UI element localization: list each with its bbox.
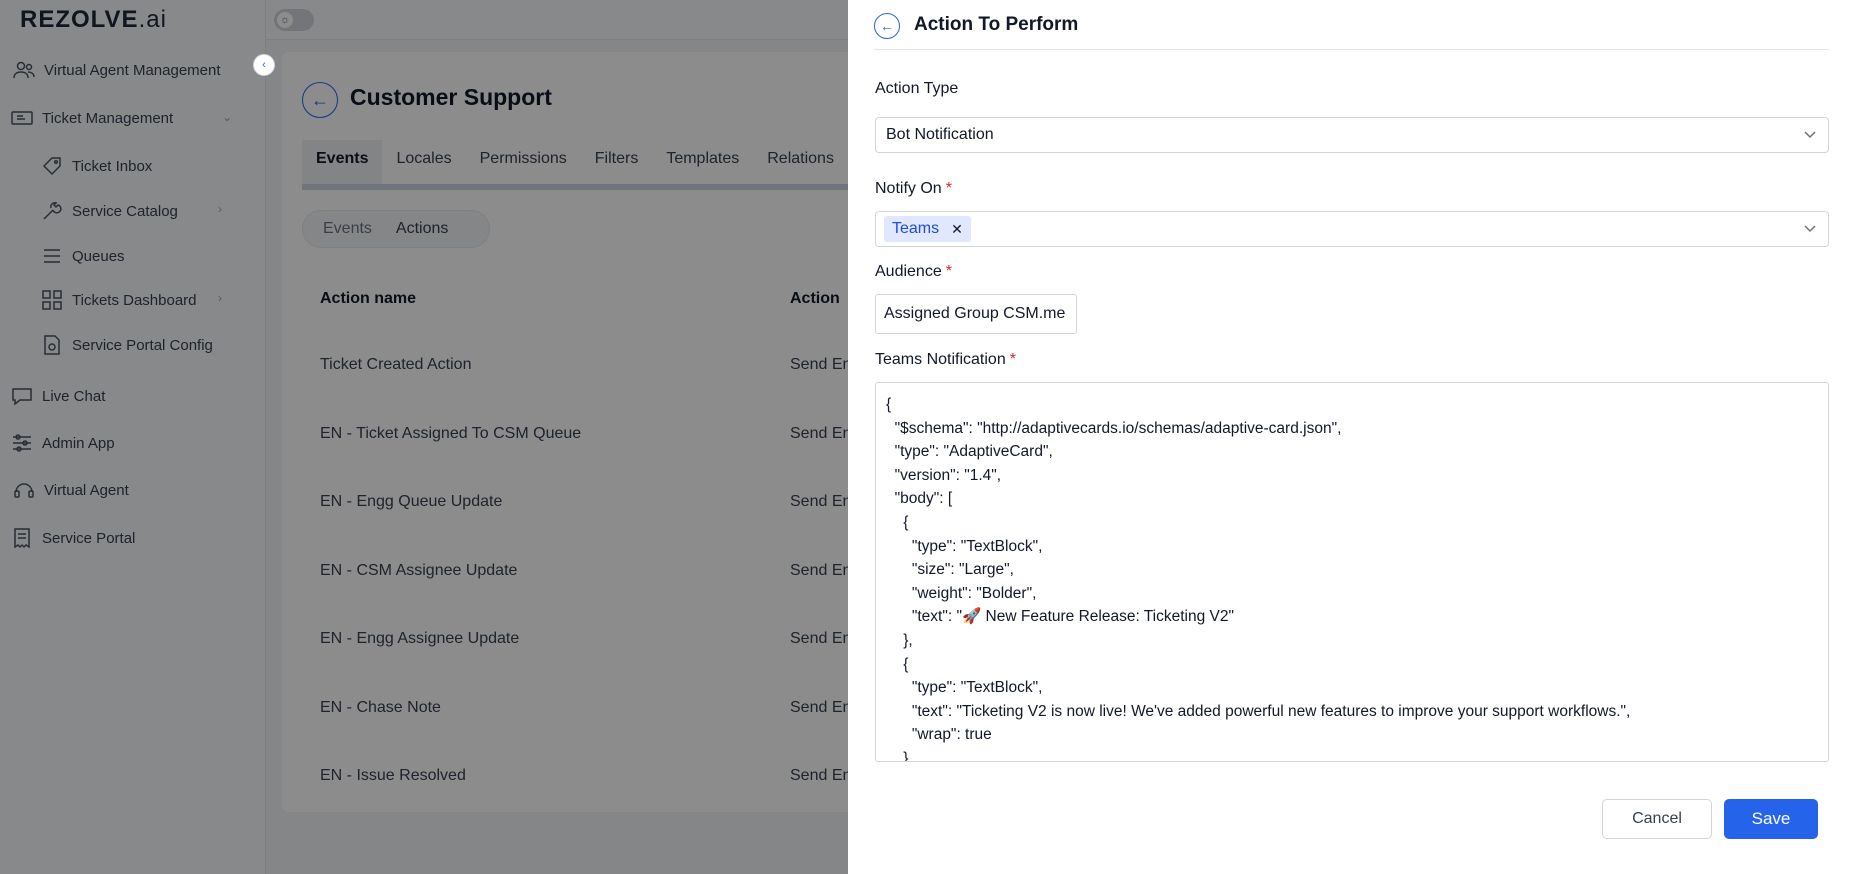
code-line: { <box>886 513 909 531</box>
code-line: "type": "TextBlock", <box>886 679 1043 697</box>
code-line: "wrap": true <box>886 726 992 744</box>
teams-notification-label: Teams Notification * <box>875 351 1016 368</box>
action-type-select[interactable]: Bot Notification <box>875 117 1829 153</box>
code-line: "text": "🚀 New Feature Release: Ticketin… <box>886 608 1235 626</box>
divider <box>874 49 1829 50</box>
teams-notification-editor[interactable]: { "$schema": "http://adaptivecards.io/sc… <box>875 382 1829 762</box>
notify-on-tag: Teams ✕ <box>884 216 971 242</box>
notify-on-select[interactable]: Teams ✕ <box>875 211 1829 247</box>
code-line: { <box>886 396 892 413</box>
drawer-title: Action To Perform <box>914 14 1079 35</box>
code-line: } <box>886 749 909 762</box>
save-button[interactable]: Save <box>1724 799 1818 839</box>
collapse-sidebar-button[interactable]: ‹ <box>253 54 275 76</box>
code-line: "size": "Large", <box>886 561 1014 579</box>
code-line: "body": [ <box>886 490 953 508</box>
code-line: "type": "TextBlock", <box>886 537 1043 555</box>
code-line: "version": "1.4", <box>886 466 1002 484</box>
code-line: { <box>886 655 909 673</box>
action-type-value: Bot Notification <box>886 126 994 143</box>
action-type-label: Action Type <box>875 80 959 97</box>
chevron-down-icon <box>1804 225 1816 233</box>
cancel-button[interactable]: Cancel <box>1602 799 1712 839</box>
code-line: "weight": "Bolder", <box>886 584 1037 602</box>
code-line: "type": "AdaptiveCard", <box>886 443 1053 461</box>
action-drawer: ← Action To Perform Action Type Bot Noti… <box>848 0 1855 874</box>
close-icon[interactable]: ✕ <box>951 221 963 238</box>
code-line: "$schema": "http://adaptivecards.io/sche… <box>886 419 1342 437</box>
notify-on-label: Notify On * <box>875 180 952 197</box>
audience-label: Audience * <box>875 263 952 280</box>
code-line: }, <box>886 631 913 649</box>
code-line: "text": "Ticketing V2 is now live! We've… <box>886 702 1631 720</box>
audience-input[interactable]: Assigned Group CSM.me <box>875 294 1077 334</box>
back-arrow-icon[interactable]: ← <box>874 13 900 39</box>
chevron-down-icon <box>1804 131 1816 139</box>
